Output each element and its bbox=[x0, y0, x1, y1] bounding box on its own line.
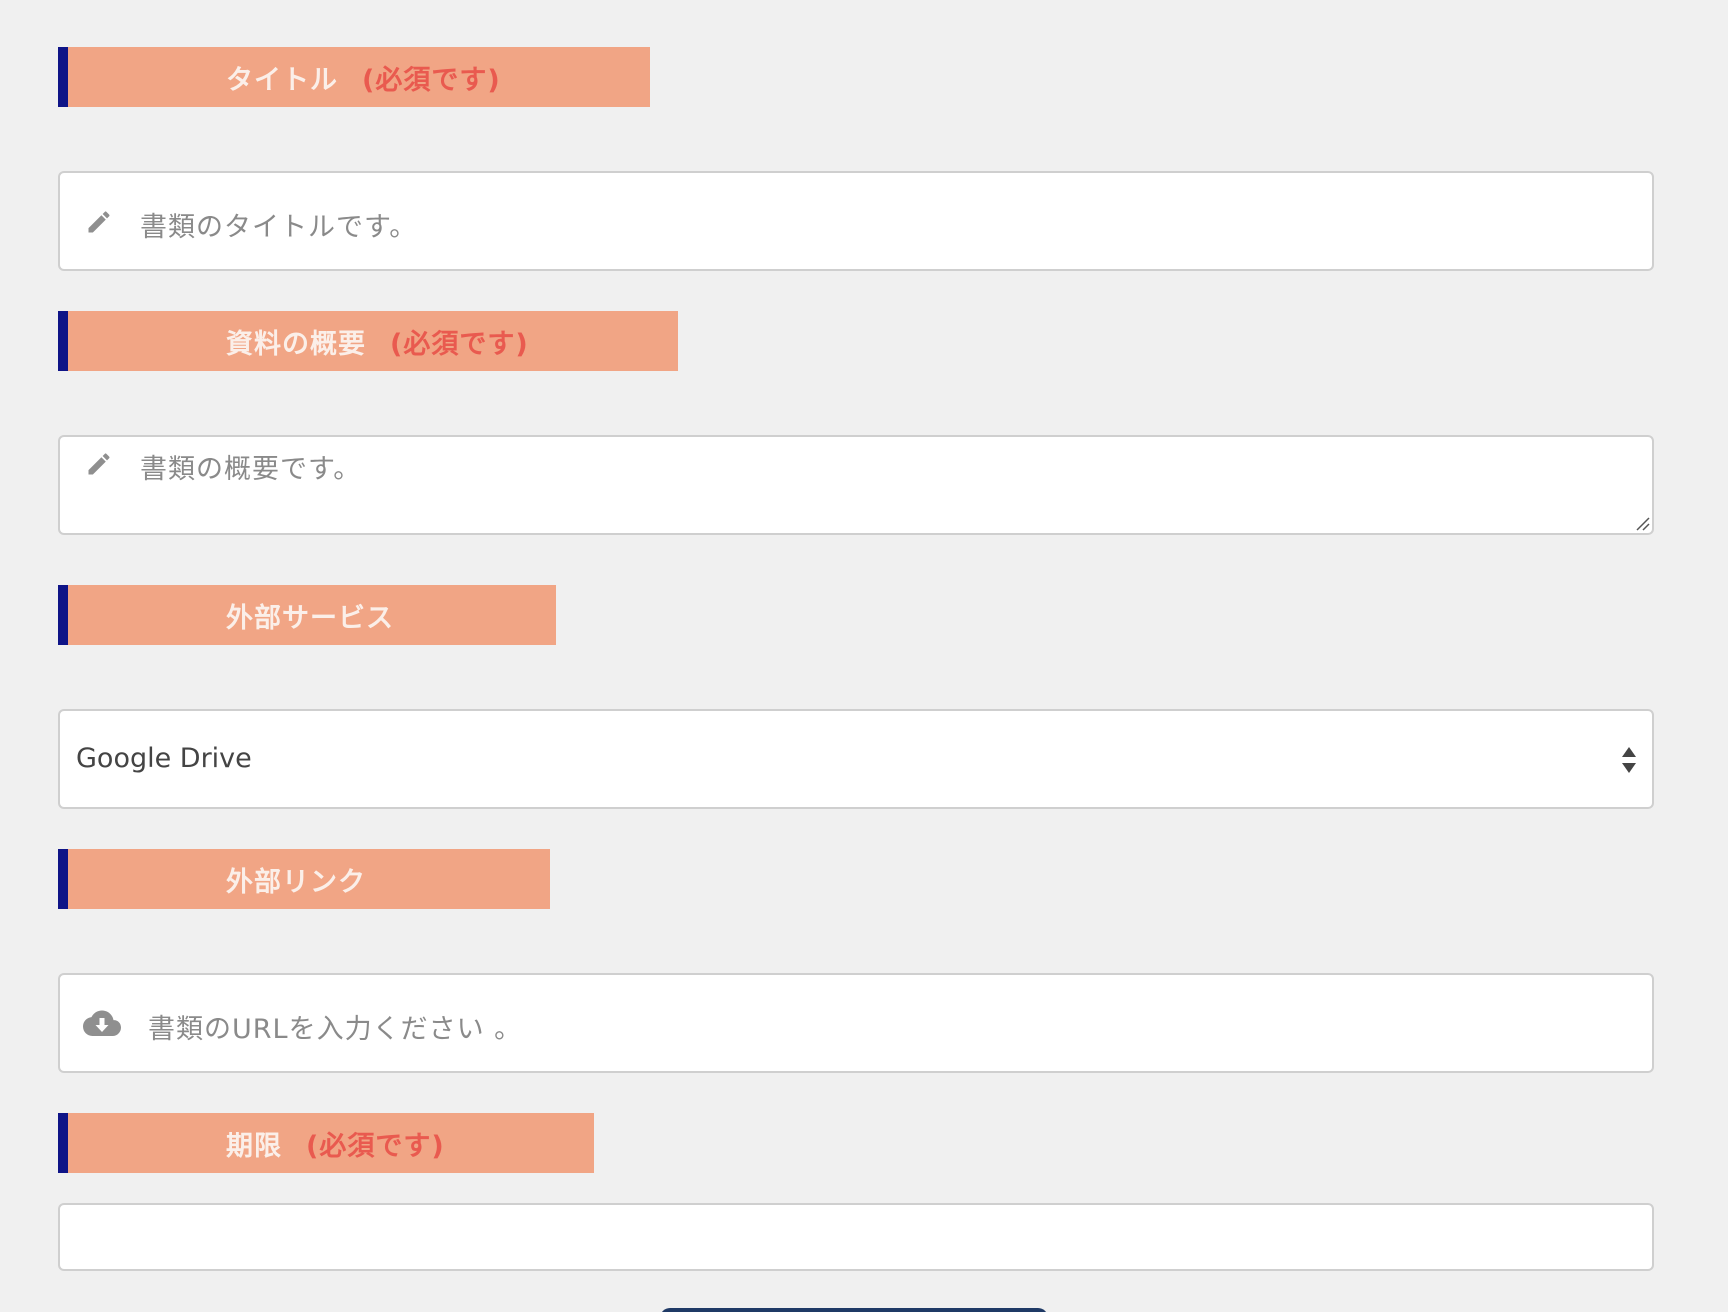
select-arrows-icon bbox=[1622, 747, 1636, 773]
deadline-section-label: 期限 (必須です) bbox=[58, 1113, 594, 1173]
title-label-text: タイトル bbox=[226, 64, 338, 96]
summary-section-label: 資料の概要 (必須です) bbox=[58, 311, 678, 371]
summary-label-text: 資料の概要 bbox=[226, 328, 366, 360]
document-form: タイトル (必須です) 書類のタイトルです。 資料の概要 (必須です) 書類の概… bbox=[0, 0, 1728, 1312]
deadline-label-text: 期限 bbox=[226, 1130, 282, 1162]
link-section-label: 外部リンク bbox=[58, 849, 550, 909]
deadline-input[interactable] bbox=[58, 1203, 1654, 1271]
link-input-placeholder: 書類のURLを入力ください 。 bbox=[148, 1014, 523, 1045]
service-select[interactable]: Google Drive bbox=[58, 709, 1654, 809]
pencil-icon bbox=[82, 447, 116, 481]
submit-button[interactable] bbox=[660, 1308, 1048, 1312]
title-section-label: タイトル (必須です) bbox=[58, 47, 650, 107]
title-input[interactable]: 書類のタイトルです。 bbox=[58, 171, 1654, 271]
summary-required-text: (必須です) bbox=[390, 328, 529, 360]
summary-textarea[interactable]: 書類の概要です。 bbox=[58, 435, 1654, 535]
deadline-required-text: (必須です) bbox=[306, 1130, 445, 1162]
summary-textarea-placeholder: 書類の概要です。 bbox=[140, 454, 362, 485]
pencil-icon bbox=[82, 205, 116, 239]
title-required-text: (必須です) bbox=[362, 64, 501, 96]
service-section-label: 外部サービス bbox=[58, 585, 556, 645]
title-input-placeholder: 書類のタイトルです。 bbox=[140, 212, 418, 243]
service-label-text: 外部サービス bbox=[226, 602, 394, 634]
link-input[interactable]: 書類のURLを入力ください 。 bbox=[58, 973, 1654, 1073]
resize-grip-icon[interactable] bbox=[1634, 515, 1650, 531]
service-select-value: Google Drive bbox=[76, 743, 252, 774]
link-label-text: 外部リンク bbox=[226, 866, 366, 898]
cloud-download-icon bbox=[82, 1007, 122, 1041]
